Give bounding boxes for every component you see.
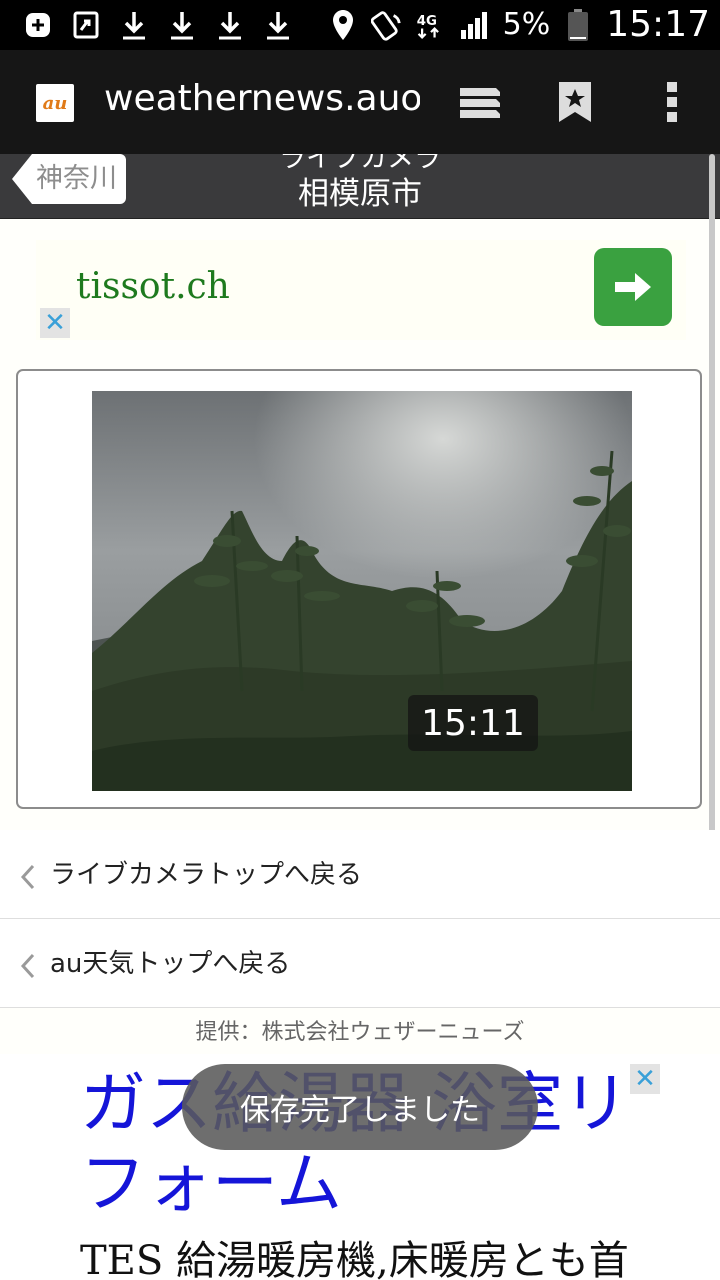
chevron-left-icon bbox=[20, 864, 35, 890]
tabs-icon[interactable] bbox=[450, 74, 510, 130]
link-livecamera-top[interactable]: ライブカメラトップへ戻る bbox=[0, 830, 720, 919]
arrow-right-icon bbox=[615, 273, 651, 301]
ad-banner-top[interactable]: tissot.ch ✕ bbox=[36, 240, 686, 340]
ad-arrow-button[interactable] bbox=[594, 248, 672, 326]
svg-text:4G: 4G bbox=[416, 14, 436, 29]
ad-text[interactable]: tissot.ch bbox=[76, 266, 230, 307]
nfc-icon bbox=[370, 8, 403, 42]
status-bar: 4G 5% 15:17 bbox=[0, 0, 720, 50]
battery-icon bbox=[562, 8, 594, 42]
link-label[interactable]: au天気トップへ戻る bbox=[50, 943, 290, 980]
chevron-left-icon bbox=[20, 953, 35, 979]
ad-close-button[interactable]: ✕ bbox=[630, 1064, 660, 1094]
add-icon bbox=[22, 8, 54, 42]
menu-icon[interactable] bbox=[642, 74, 702, 130]
download-icon bbox=[262, 8, 294, 42]
toast-message: 保存完了しました bbox=[182, 1064, 538, 1150]
download-icon bbox=[214, 8, 246, 42]
download-icon bbox=[118, 8, 150, 42]
back-button-label[interactable]: 神奈川 bbox=[36, 156, 117, 195]
live-camera-card: 15:11 bbox=[16, 369, 702, 809]
status-time: 15:17 bbox=[606, 4, 710, 45]
signal-icon bbox=[459, 8, 491, 42]
url-field[interactable]: weathernews.auone bbox=[104, 78, 420, 119]
location-icon bbox=[327, 8, 359, 42]
bookmark-icon[interactable] bbox=[545, 74, 605, 130]
link-au-weather-top[interactable]: au天気トップへ戻る bbox=[0, 919, 720, 1008]
share-icon bbox=[70, 8, 102, 42]
battery-percent: 5% bbox=[502, 7, 551, 42]
download-icon bbox=[166, 8, 198, 42]
camera-timestamp: 15:11 bbox=[408, 695, 538, 751]
network-4g-icon: 4G bbox=[415, 8, 447, 42]
live-camera-image[interactable] bbox=[92, 391, 632, 791]
link-label[interactable]: ライブカメラトップへ戻る bbox=[50, 854, 362, 891]
credit-text: 提供：株式会社ウェザーニューズ bbox=[195, 1020, 525, 1045]
ad-body[interactable]: TES 給湯暖房機,床暖房とも首 bbox=[80, 1228, 629, 1280]
ad-close-button[interactable]: ✕ bbox=[40, 308, 70, 338]
site-favicon: au bbox=[36, 84, 74, 122]
browser-toolbar: au weathernews.auone bbox=[0, 50, 720, 154]
